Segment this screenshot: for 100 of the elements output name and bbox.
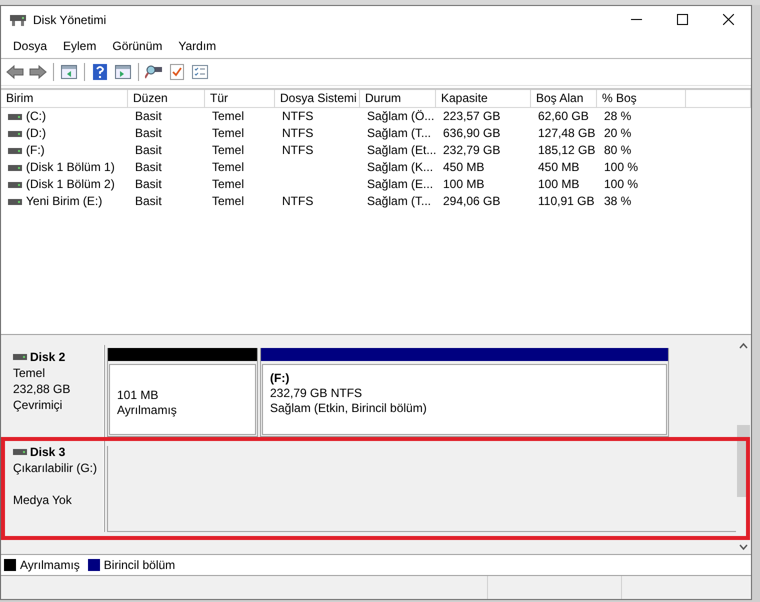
table-cell: 80 % xyxy=(604,142,632,159)
table-cell: Yeni Birim (E:) xyxy=(26,193,102,210)
table-cell: 185,12 GB xyxy=(538,142,596,159)
column-header[interactable]: Boş Alan xyxy=(531,90,597,108)
table-cell: Sağlam (T... xyxy=(367,125,432,142)
table-cell: Temel xyxy=(212,125,244,142)
column-header[interactable]: % Boş xyxy=(597,90,686,108)
disk-status: Çevrimiçi xyxy=(13,397,64,413)
table-cell: Sağlam (E... xyxy=(367,176,434,193)
table-cell: Basit xyxy=(135,125,162,142)
drive-icon xyxy=(13,354,27,360)
table-cell: Temel xyxy=(212,159,244,176)
table-cell: Temel xyxy=(212,176,244,193)
table-cell: 294,06 GB xyxy=(443,193,500,210)
table-cell: Sağlam (Et... xyxy=(367,142,436,159)
table-cell: Basit xyxy=(135,176,162,193)
magnifier-icon xyxy=(145,64,163,80)
table-cell: (D:) xyxy=(26,125,46,142)
drive-icon xyxy=(8,114,22,120)
table-cell: 450 MB xyxy=(538,159,580,176)
table-cell: NTFS xyxy=(282,125,314,142)
disk-name: Disk 3 xyxy=(30,444,66,460)
table-cell: NTFS xyxy=(282,108,314,125)
table-cell: Temel xyxy=(212,142,244,159)
menu-item[interactable]: Yardım xyxy=(170,38,224,52)
maximize-icon xyxy=(676,14,688,25)
back-arrow-icon xyxy=(6,65,24,79)
toolbar-button[interactable] xyxy=(28,62,48,82)
table-cell: 62,60 GB xyxy=(538,108,589,125)
menu-item[interactable]: Eylem xyxy=(55,38,104,52)
legend-label: Birincil bölüm xyxy=(104,558,176,572)
table-cell: Basit xyxy=(135,108,162,125)
disk-status: Medya Yok xyxy=(13,492,73,508)
drive-icon xyxy=(8,198,22,204)
partition-status: Sağlam (Etkin, Birincil bölüm) xyxy=(270,401,428,416)
table-cell: Sağlam (Ö... xyxy=(367,108,434,125)
close-icon xyxy=(722,14,734,25)
toolbar-button[interactable] xyxy=(59,62,79,82)
drive-icon xyxy=(8,148,22,154)
disk-type: Temel xyxy=(13,365,46,381)
toolbar-button[interactable] xyxy=(167,62,187,82)
partition-size: 232,79 GB NTFS xyxy=(270,386,364,401)
table-cell: 127,48 GB xyxy=(538,125,596,142)
toolbar-button[interactable] xyxy=(190,62,210,82)
disk-capacity: 232,88 GB xyxy=(13,381,72,397)
column-header[interactable]: Dosya Sistemi xyxy=(275,90,360,108)
table-cell: 100 % xyxy=(604,176,638,193)
drive-icon xyxy=(13,449,27,455)
table-cell: Temel xyxy=(212,108,244,125)
table-cell: 20 % xyxy=(604,125,632,142)
column-header[interactable]: Düzen xyxy=(128,90,205,108)
table-cell: 223,57 GB xyxy=(443,108,500,125)
disk-name: Disk 2 xyxy=(30,349,66,365)
column-header[interactable]: Birim xyxy=(1,90,128,108)
table-cell: NTFS xyxy=(282,193,314,210)
toolbar-button[interactable] xyxy=(5,62,25,82)
menu-item[interactable]: Dosya xyxy=(5,38,56,52)
panel-icon xyxy=(115,65,131,79)
column-header[interactable]: Tür xyxy=(205,90,275,108)
table-cell: 232,79 GB xyxy=(443,142,500,159)
toolbar-button[interactable] xyxy=(90,62,110,82)
table-cell: (F:) xyxy=(26,142,45,159)
column-header[interactable]: Durum xyxy=(360,90,436,108)
checklist-icon xyxy=(192,65,208,79)
table-cell: Basit xyxy=(135,193,162,210)
table-cell: Sağlam (K... xyxy=(367,159,434,176)
table-cell: 110,91 GB xyxy=(538,193,594,210)
table-cell: 100 % xyxy=(604,159,638,176)
window-title: Disk Yönetimi xyxy=(33,12,108,26)
table-cell: 28 % xyxy=(604,108,632,125)
forward-arrow-icon xyxy=(29,65,47,79)
table-cell: 450 MB xyxy=(443,159,484,176)
table-cell: 38 % xyxy=(604,193,632,210)
disk-management-icon xyxy=(9,12,27,26)
table-cell: Sağlam (T... xyxy=(367,193,432,210)
disk-type: Çıkarılabilir (G:) xyxy=(13,460,98,476)
table-cell: (C:) xyxy=(26,108,46,125)
partition-block[interactable]: 101 MB Ayrılmamış xyxy=(107,348,258,437)
table-cell: 100 MB xyxy=(538,176,580,193)
menu-item[interactable]: Görünüm xyxy=(104,38,170,52)
legend-label: Ayrılmamış xyxy=(20,558,80,572)
partition-status: Ayrılmamış xyxy=(117,402,178,418)
table-cell: Basit xyxy=(135,142,162,159)
partition-name: (F:) xyxy=(270,371,290,386)
toolbar-button[interactable] xyxy=(113,62,133,82)
column-header[interactable]: Kapasite xyxy=(436,90,531,108)
table-cell: NTFS xyxy=(282,142,314,159)
partition-size: 101 MB xyxy=(117,388,160,402)
table-cell: (Disk 1 Bölüm 2) xyxy=(26,176,115,193)
table-cell: Basit xyxy=(135,159,162,176)
table-cell: 636,90 GB xyxy=(443,125,500,142)
drive-icon xyxy=(8,130,22,136)
drive-icon xyxy=(8,164,22,170)
help-icon xyxy=(93,64,107,80)
panel-icon xyxy=(61,65,77,79)
table-cell: 100 MB xyxy=(443,176,484,193)
table-cell: Temel xyxy=(212,193,244,210)
drive-icon xyxy=(8,182,22,188)
table-cell: (Disk 1 Bölüm 1) xyxy=(26,159,115,176)
partition-block[interactable]: (F:) 232,79 GB NTFS Sağlam (Etkin, Birincil bölüm) xyxy=(260,348,669,437)
